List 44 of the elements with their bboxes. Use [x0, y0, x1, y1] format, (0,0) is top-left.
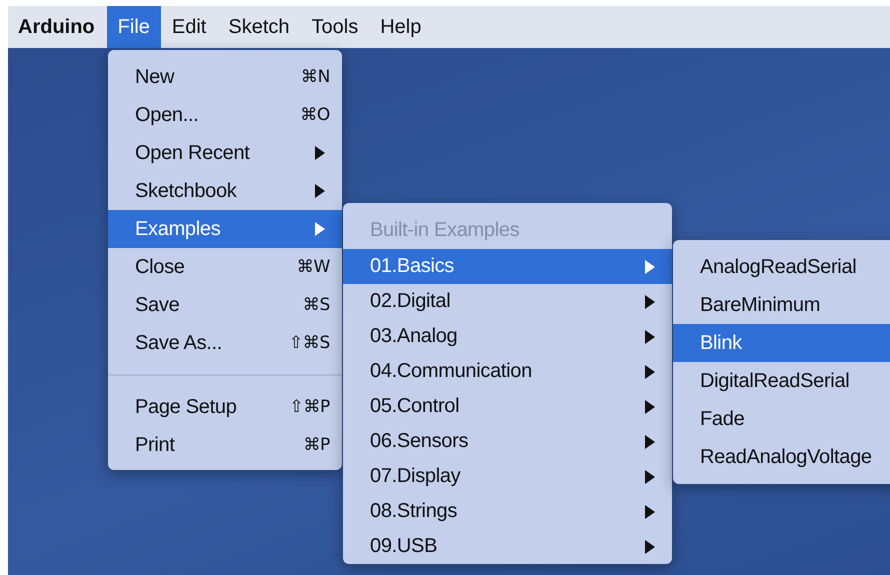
menu-item[interactable]: ReadAnalogVoltage — [673, 438, 890, 476]
submenu-arrow-icon — [644, 258, 656, 274]
menu-item[interactable]: 01.Basics — [343, 249, 672, 284]
submenu-arrow-icon — [644, 504, 656, 520]
menu-item[interactable]: Fade — [673, 400, 890, 438]
menu-item[interactable]: 07.Display — [343, 459, 672, 494]
menu-bar-item[interactable]: Help — [369, 6, 432, 48]
app-name[interactable]: Arduino — [8, 6, 107, 48]
submenu-arrow-icon — [314, 145, 326, 161]
menu-item[interactable]: Blink — [673, 324, 890, 362]
menu-item[interactable]: 03.Analog — [343, 319, 672, 354]
menu-item[interactable]: Examples — [108, 210, 342, 248]
submenu-arrow-icon — [644, 538, 656, 554]
submenu-arrow-icon — [644, 328, 656, 344]
menu-item[interactable]: New ⌘N — [108, 58, 342, 96]
submenu-arrow-icon — [644, 468, 656, 484]
menu-item[interactable]: Save As... ⇧⌘S — [108, 324, 342, 362]
menu-bar-item[interactable]: File — [106, 6, 161, 48]
menu-item[interactable]: 02.Digital — [343, 284, 672, 319]
submenu-arrow-icon — [644, 398, 656, 414]
menu-item[interactable]: 05.Control — [343, 389, 672, 424]
submenu-arrow-icon — [644, 294, 656, 310]
submenu-arrow-icon — [314, 221, 326, 237]
menu-item[interactable]: Open... ⌘O — [108, 96, 342, 134]
menu-item[interactable]: Save ⌘S — [108, 286, 342, 324]
menu-bar-item[interactable]: Tools — [300, 6, 370, 48]
menu-item[interactable]: Print ⌘P — [108, 426, 342, 464]
menu-item[interactable]: 04.Communication — [343, 354, 672, 389]
menu-item[interactable]: Page Setup ⇧⌘P — [108, 388, 342, 426]
submenu-arrow-icon — [644, 434, 656, 450]
menu-item[interactable]: 09.USB — [343, 529, 672, 564]
menu-item[interactable]: 08.Strings — [343, 494, 672, 529]
menu-bar-item[interactable]: Sketch — [217, 6, 301, 48]
menu-bar-item[interactable]: Edit — [160, 6, 218, 48]
menu-item[interactable]: AnalogReadSerial — [673, 248, 890, 286]
submenu-arrow-icon — [314, 183, 326, 199]
menu-item[interactable]: Open Recent — [108, 134, 342, 172]
menu-item[interactable]: 06.Sensors — [343, 424, 672, 459]
submenu-arrow-icon — [644, 364, 656, 380]
menu-item[interactable]: Close ⌘W — [108, 248, 342, 286]
menu-item[interactable]: DigitalReadSerial — [673, 362, 890, 400]
menu-header: Built-in Examples — [369, 218, 520, 242]
menu-item[interactable]: Sketchbook — [108, 172, 342, 210]
menu-item[interactable]: BareMinimum — [673, 286, 890, 324]
